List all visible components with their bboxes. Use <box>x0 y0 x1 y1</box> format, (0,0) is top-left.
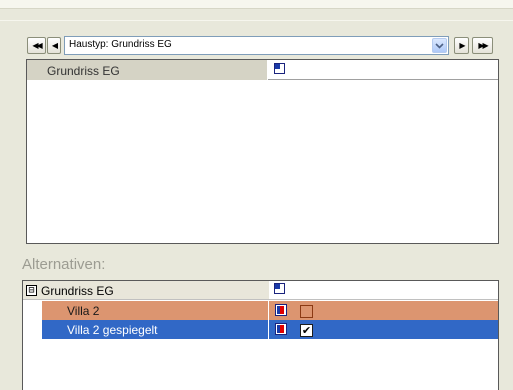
flag-icon[interactable] <box>275 323 287 335</box>
application-panel: ◀◀ ◀ Haustyp: Grundriss EG ▶ ▶▶ Grundris… <box>0 0 513 390</box>
row-name-label: Grundriss EG <box>47 64 120 78</box>
haustyp-select[interactable]: Haustyp: Grundriss EG <box>64 36 449 55</box>
floorplan-icon[interactable] <box>274 63 285 74</box>
next-record-button[interactable]: ▶ <box>454 37 469 54</box>
list-item[interactable]: Villa 2 gespiegelt ✔ <box>23 320 498 339</box>
grundriss-grid: Grundriss EG <box>26 59 499 244</box>
alternatives-grid: ⊟ Grundriss EG Villa 2 Villa 2 gespiegel… <box>22 280 499 390</box>
left-arrow-icon: ◀ <box>51 40 58 50</box>
first-record-button[interactable]: ◀◀ <box>27 37 46 54</box>
alternatives-heading: Alternativen: <box>22 256 106 273</box>
table-row[interactable]: Grundriss EG <box>27 60 498 80</box>
collapse-icon[interactable]: ⊟ <box>26 285 37 296</box>
divider <box>0 20 513 21</box>
dropdown-button[interactable] <box>432 38 447 53</box>
group-row[interactable]: ⊟ Grundriss EG <box>23 281 498 300</box>
floorplan-icon[interactable] <box>274 283 285 294</box>
previous-record-button[interactable]: ◀ <box>47 37 61 54</box>
double-left-arrow-icon: ◀◀ <box>32 40 42 50</box>
item-name-label: Villa 2 <box>67 304 100 318</box>
alternative-checkbox[interactable]: ✔ <box>300 324 313 337</box>
top-toolbar-strip <box>0 0 513 9</box>
group-name-label: Grundriss EG <box>41 284 114 298</box>
row-name-cell: Grundriss EG <box>27 60 268 80</box>
item-name-label: Villa 2 gespiegelt <box>67 323 158 337</box>
alternative-checkbox[interactable] <box>300 305 313 318</box>
flag-icon[interactable] <box>275 304 287 316</box>
right-arrow-icon: ▶ <box>459 40 465 50</box>
chevron-down-icon <box>435 42 444 49</box>
double-right-arrow-icon: ▶▶ <box>478 40 488 50</box>
haustyp-select-value: Haustyp: Grundriss EG <box>69 39 172 50</box>
list-item[interactable]: Villa 2 <box>23 301 498 320</box>
last-record-button[interactable]: ▶▶ <box>472 37 493 54</box>
